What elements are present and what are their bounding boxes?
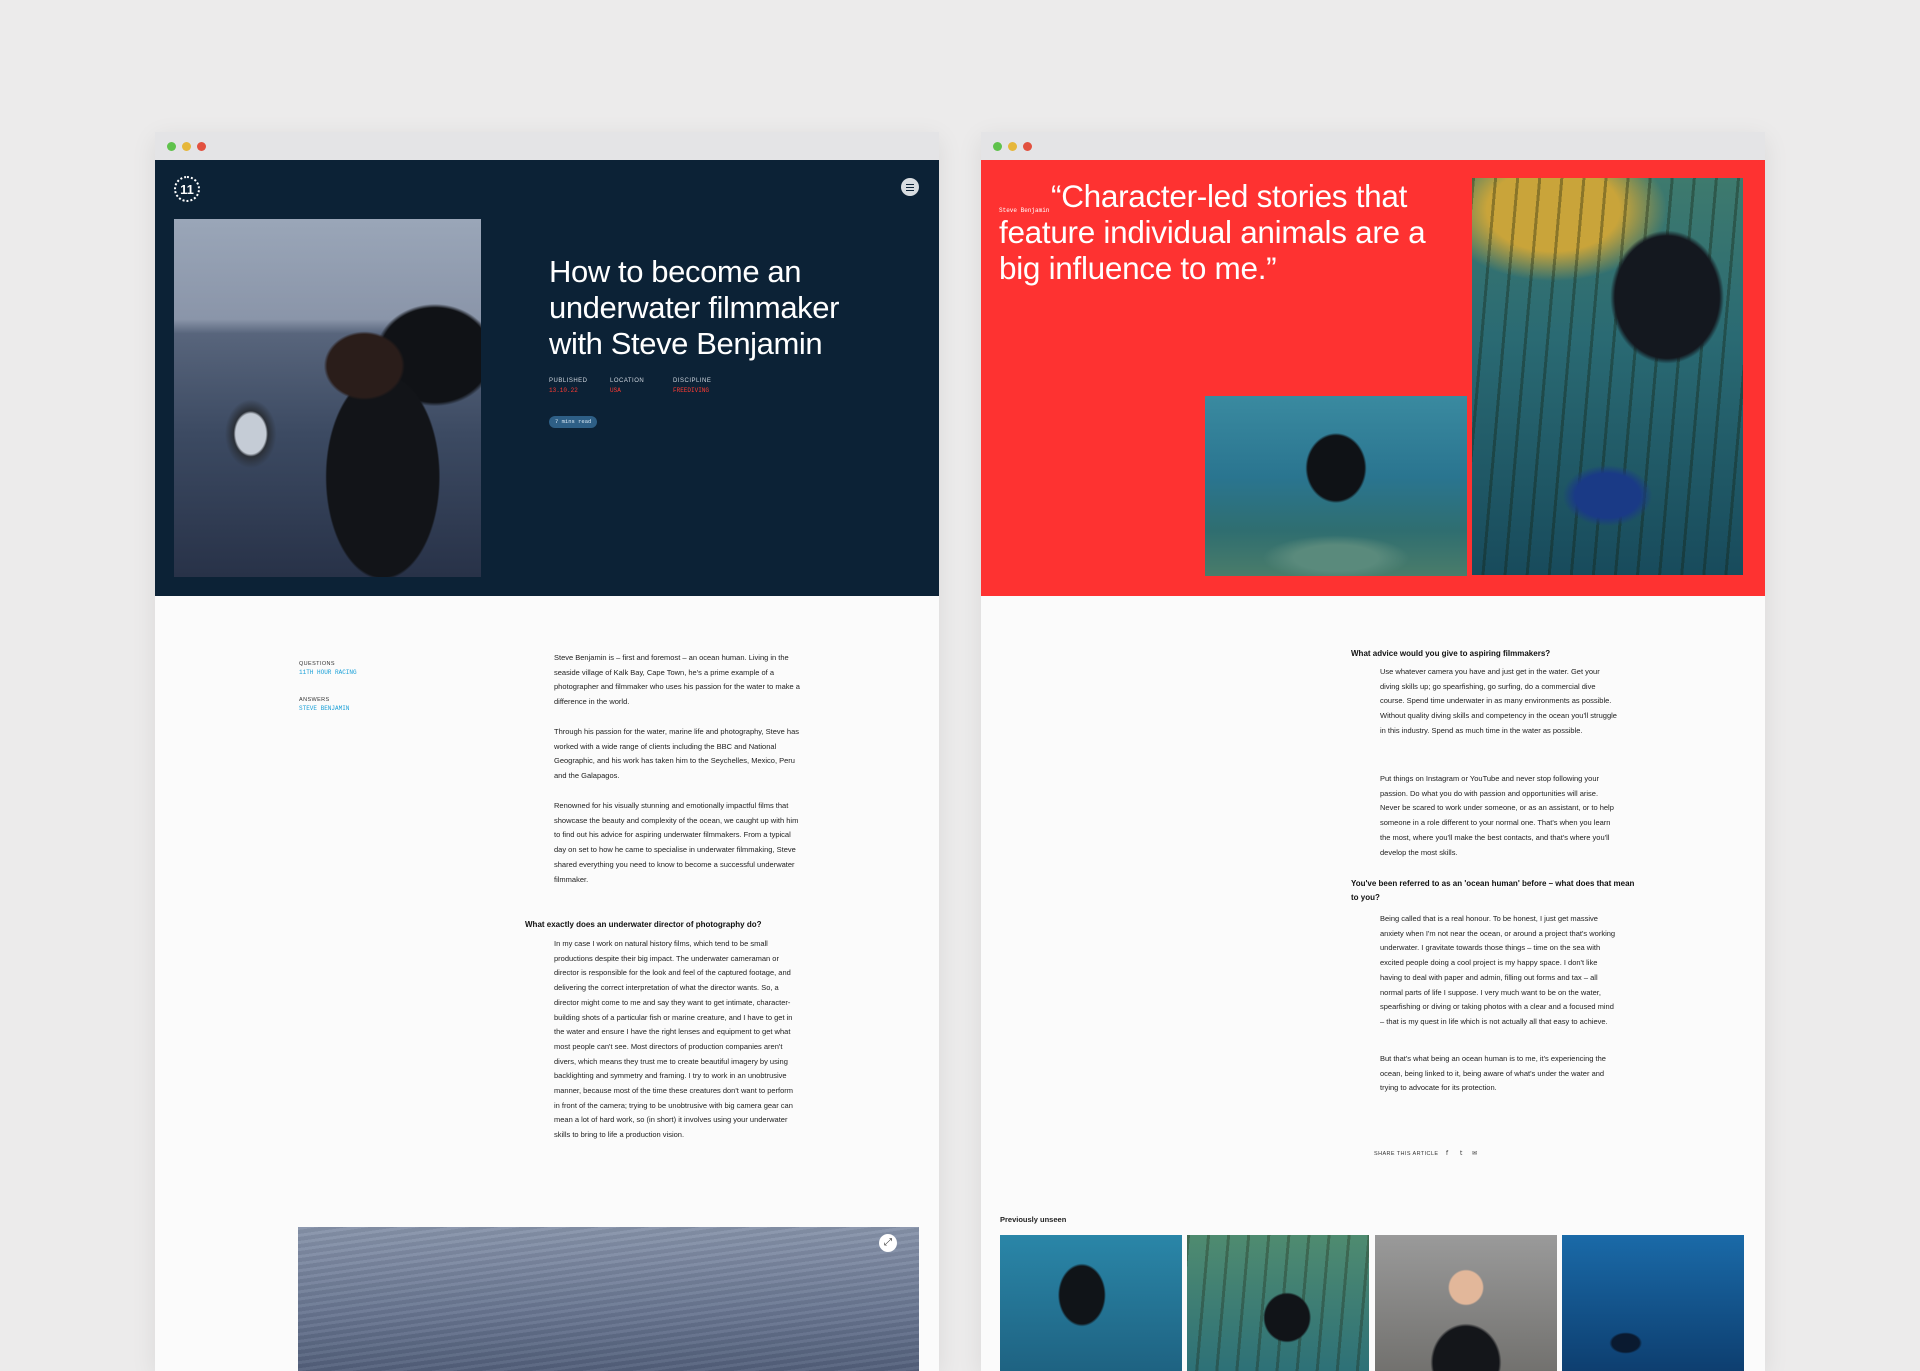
meta-published: PUBLISHED 13.10.22	[549, 378, 588, 394]
browser-titlebar	[155, 132, 939, 160]
answer-paragraph: In my case I work on natural history fil…	[554, 939, 794, 1140]
hero-photo	[174, 219, 481, 577]
intro-paragraph-1: Steve Benjamin is – first and foremost –…	[554, 653, 800, 707]
read-time-badge: 7 mins read	[549, 416, 598, 428]
meta-location: LOCATION USA	[610, 378, 645, 394]
question-heading: What exactly does an underwater director…	[525, 920, 762, 929]
related-article-thumbnail[interactable]	[1000, 1235, 1182, 1371]
previously-unseen-heading: Previously unseen	[1000, 1215, 1067, 1224]
ocean-photo: ⤢	[298, 1227, 919, 1371]
menu-icon	[906, 183, 914, 185]
related-article-thumbnail[interactable]	[1562, 1235, 1744, 1371]
minimize-button[interactable]	[182, 142, 191, 151]
close-button[interactable]	[197, 142, 206, 151]
related-article-thumbnail[interactable]	[1375, 1235, 1557, 1371]
email-icon[interactable]: ✉	[1472, 1150, 1477, 1157]
quote-section: Steve Benjamin “Character-led stories th…	[981, 160, 1765, 596]
expand-icon[interactable]: ⤢	[879, 1234, 897, 1252]
questions-label: QUESTIONS	[299, 661, 335, 667]
maximize-button[interactable]	[167, 142, 176, 151]
question-heading: You've been referred to as an 'ocean hum…	[1351, 879, 1635, 902]
facebook-icon[interactable]: f	[1446, 1150, 1448, 1157]
browser-titlebar	[981, 132, 1765, 160]
intro-paragraph-3: Renowned for his visually stunning and e…	[554, 801, 799, 884]
browser-window-left: 11 How to become an underwater filmmaker…	[155, 132, 939, 1371]
article-title: How to become an underwater filmmaker wi…	[549, 254, 840, 361]
site-logo[interactable]: 11	[174, 176, 200, 202]
meta-discipline: DISCIPLINE FREEDIVING	[673, 378, 712, 394]
answer-paragraph: Use whatever camera you have and just ge…	[1380, 667, 1617, 735]
share-label: SHARE THIS ARTICLE	[1374, 1151, 1439, 1157]
menu-button[interactable]	[901, 178, 919, 196]
related-article-thumbnail[interactable]	[1187, 1235, 1369, 1371]
kelp-forest-photo	[1472, 178, 1743, 575]
answer-paragraph: But that's what being an ocean human is …	[1380, 1054, 1606, 1093]
answer-paragraph: Being called that is a real honour. To b…	[1380, 914, 1616, 1026]
question-heading: What advice would you give to aspiring f…	[1351, 649, 1551, 658]
intro-paragraph-2: Through his passion for the water, marin…	[554, 727, 800, 781]
pull-quote: “Character-led stories that feature indi…	[999, 178, 1426, 286]
answers-label: ANSWERS	[299, 697, 330, 703]
browser-window-right: Steve Benjamin “Character-led stories th…	[981, 132, 1765, 1371]
twitter-icon[interactable]: t	[1460, 1150, 1462, 1157]
questions-author-link[interactable]: 11TH HOUR RACING	[299, 669, 357, 676]
diver-photo	[1205, 396, 1467, 576]
minimize-button[interactable]	[1008, 142, 1017, 151]
answers-author-link[interactable]: STEVE BENJAMIN	[299, 705, 349, 712]
maximize-button[interactable]	[993, 142, 1002, 151]
article-hero: 11 How to become an underwater filmmaker…	[155, 160, 939, 596]
answer-paragraph: Put things on Instagram or YouTube and n…	[1380, 774, 1614, 857]
close-button[interactable]	[1023, 142, 1032, 151]
